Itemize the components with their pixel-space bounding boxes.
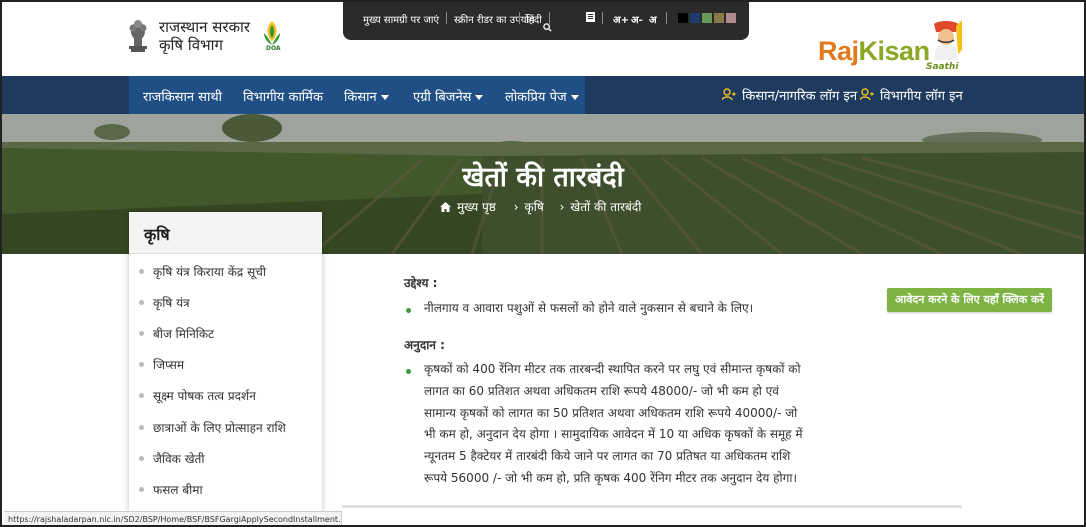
state-emblem-icon [127, 18, 149, 54]
nav-label: राजकिसान साथी [143, 90, 223, 105]
bullet-icon [406, 369, 411, 374]
nav-item-rajkisan-saathi[interactable]: राजकिसान साथी [143, 87, 222, 105]
breadcrumb: मुख्य पृष्ठ › कृषि › खेतों की तारबंदी [440, 198, 647, 215]
separator [666, 12, 667, 24]
site-header: राजस्थान सरकार कृषि विभाग DOA मुख्य सामग… [2, 2, 1084, 76]
nav-label: विभागीय कार्मिक [243, 90, 323, 105]
breadcrumb-separator: › [559, 200, 565, 214]
nav-item-departmental-staff[interactable]: विभागीय कार्मिक [243, 87, 323, 105]
apply-button[interactable]: आवेदन करने के लिए यहाँ क्लिक करें [887, 288, 1052, 312]
font-increase-button[interactable]: अ+ [613, 12, 629, 26]
department-name: कृषि विभाग [159, 36, 223, 54]
bullet-icon [406, 308, 411, 313]
sidebar-item-micronutrient[interactable]: सूक्ष्म पोषक तत्व प्रदर्शन [139, 387, 256, 405]
sidebar-item-label: जैविक खेती [153, 452, 205, 466]
separator [446, 12, 447, 24]
sidebar-item-label: छात्राओं के लिए प्रोत्साहन राशि [153, 421, 286, 435]
bullet-icon [139, 331, 144, 336]
bullet-icon [139, 456, 144, 461]
search-icon[interactable] [543, 23, 552, 35]
breadcrumb-separator: › [513, 200, 519, 214]
rajkisan-wordmark: RajKisan [818, 36, 930, 67]
sidebar-title: कृषि [144, 225, 170, 244]
sitemap-icon[interactable] [586, 12, 595, 25]
sidebar-item-label: बीज मिनिकिट [153, 327, 215, 341]
bullet-icon [139, 425, 144, 430]
main-navigation: राजकिसान साथी विभागीय कार्मिक किसान एग्र… [2, 76, 1084, 114]
nav-label: एग्री बिजनेस [413, 90, 472, 105]
page-title: खेतों की तारबंदी [462, 162, 624, 193]
sidebar-item-label: फसल बीमा [153, 483, 203, 497]
theme-blue-swatch[interactable] [690, 13, 700, 23]
sidebar-item-seed-minikit[interactable]: बीज मिनिकिट [139, 325, 214, 343]
sidebar-item-label: जिप्सम [153, 358, 185, 372]
sidebar-item-girl-incentive[interactable]: छात्राओं के लिए प्रोत्साहन राशि [139, 419, 286, 437]
skip-to-main-link[interactable]: मुख्य सामग्री पर जाएं [363, 12, 439, 26]
chevron-down-icon [475, 95, 484, 100]
sidebar-header: कृषि [129, 212, 322, 254]
nav-label: लोकप्रिय पेज [505, 90, 567, 105]
chevron-down-icon [570, 95, 579, 100]
login-label: विभागीय लॉग इन [880, 89, 963, 104]
citizen-login-link[interactable]: किसान/नागरिक लॉग इन [721, 86, 858, 104]
nav-label: किसान [344, 90, 377, 105]
sidebar: कृषि कृषि यंत्र किराया केंद्र सूची कृषि … [129, 212, 322, 512]
grant-heading: अनुदान : [404, 338, 445, 352]
nav-item-agri-business[interactable]: एग्री बिजनेस [413, 87, 484, 105]
chevron-down-icon [380, 95, 389, 100]
breadcrumb-agriculture[interactable]: कृषि [525, 200, 544, 214]
user-login-icon [721, 88, 736, 101]
doa-label: DOA [266, 45, 281, 52]
font-normal-button[interactable]: अ [649, 12, 657, 26]
theme-black-swatch[interactable] [678, 13, 688, 23]
sidebar-item-crop-insurance[interactable]: फसल बीमा [139, 481, 203, 499]
sidebar-item-organic-farming[interactable]: जैविक खेती [139, 450, 204, 468]
theme-green-swatch[interactable] [702, 13, 712, 23]
sidebar-item-label: कृषि यंत्र किराया केंद्र सूची [153, 265, 266, 279]
sidebar-item-machinery-rental[interactable]: कृषि यंत्र किराया केंद्र सूची [139, 263, 266, 281]
separator [602, 12, 603, 24]
sidebar-item-machinery[interactable]: कृषि यंत्र [139, 294, 190, 312]
nav-item-farmer[interactable]: किसान [344, 87, 389, 105]
brand-kisan: Kisan [858, 36, 931, 66]
objective-text: नीलगाय व आवारा पशुओं से फसलों को होने वा… [424, 301, 754, 315]
bullet-icon [139, 362, 144, 367]
browser-viewport: राजस्थान सरकार कृषि विभाग DOA मुख्य सामग… [0, 0, 1086, 527]
theme-rose-swatch[interactable] [726, 13, 736, 23]
bullet-icon [139, 269, 144, 274]
divider [342, 505, 962, 508]
brand-saathi: Saathi [926, 62, 959, 72]
sidebar-item-label: सूक्ष्म पोषक तत्व प्रदर्शन [153, 389, 256, 403]
rajkisan-saathi-logo[interactable]: RajKisan Saathi [818, 16, 973, 74]
bullet-icon [139, 487, 144, 492]
sidebar-item-label: कृषि यंत्र [153, 296, 190, 310]
farmer-mascot-icon [928, 20, 964, 60]
font-decrease-button[interactable]: अ- [631, 12, 643, 26]
bullet-icon [139, 393, 144, 398]
screen-reader-link[interactable]: स्क्रीन रीडर का उपयोग [454, 12, 535, 26]
sidebar-item-gypsum[interactable]: जिप्सम [139, 356, 184, 374]
accessibility-bar: मुख्य सामग्री पर जाएं स्क्रीन रीडर का उप… [343, 2, 749, 40]
nav-item-popular-pages[interactable]: लोकप्रिय पेज [505, 87, 579, 105]
bullet-icon [139, 300, 144, 305]
home-icon [440, 201, 451, 212]
language-link[interactable]: हिंदी [526, 12, 542, 26]
breadcrumb-home[interactable]: मुख्य पृष्ठ [457, 200, 496, 214]
user-login-icon [859, 88, 874, 101]
theme-olive-swatch[interactable] [714, 13, 724, 23]
separator [519, 12, 520, 24]
gov-name: राजस्थान सरकार [159, 18, 251, 36]
breadcrumb-current: खेतों की तारबंदी [570, 200, 642, 214]
browser-status-url: https://rajshaladarpan.nic.in/SD2/BSP/Ho… [4, 511, 342, 525]
department-login-link[interactable]: विभागीय लॉग इन [859, 86, 963, 104]
nav-menu: राजकिसान साथी विभागीय कार्मिक किसान एग्र… [129, 76, 585, 114]
objective-heading: उद्देश्य : [404, 276, 438, 290]
login-label: किसान/नागरिक लॉग इन [742, 89, 858, 104]
brand-raj: Raj [818, 36, 859, 66]
grant-text: कृषकों को 400 रेंनिग मीटर तक तारबन्दी स्… [424, 362, 803, 485]
